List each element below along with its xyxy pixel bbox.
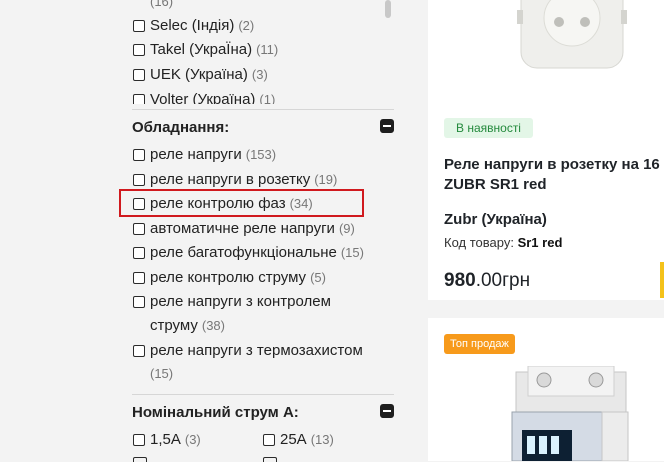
buy-button[interactable]: [660, 262, 664, 298]
filter-option-brand-takel[interactable]: Takel (УкраЇна) (11): [133, 41, 278, 58]
filter-option-current-25a[interactable]: 25А (13): [263, 431, 334, 448]
checkbox[interactable]: [133, 457, 147, 462]
option-label: реле напруги з термозахистом: [150, 342, 363, 359]
option-label: реле контролю струму: [150, 269, 307, 286]
filter-option-brand-selec[interactable]: Selec (Індія) (2): [133, 17, 254, 34]
checkbox[interactable]: [133, 222, 145, 235]
product-price: 980.00грн: [444, 270, 530, 292]
checkbox[interactable]: [133, 295, 145, 308]
filter-option-thermal-relay[interactable]: реле напруги з термозахистом: [133, 342, 363, 359]
section-divider: [132, 394, 394, 395]
checkbox[interactable]: [133, 43, 145, 56]
product-title-line[interactable]: ZUBR SR1 red: [444, 175, 660, 195]
collapse-minus-icon[interactable]: [380, 404, 394, 418]
checkbox[interactable]: [133, 271, 145, 284]
option-label: 25А: [280, 431, 307, 448]
option-label: автоматичне реле напруги: [150, 220, 335, 237]
product-title[interactable]: Реле напруги в розетку на 16 ZUBR SR1 re…: [444, 155, 660, 195]
in-stock-badge: В наявності: [444, 118, 533, 138]
checkbox[interactable]: [133, 344, 145, 357]
checkbox[interactable]: [133, 246, 145, 259]
checkbox[interactable]: [133, 148, 145, 161]
filter-option-brand-volter[interactable]: Volter (Україна) (1): [133, 91, 275, 104]
checkbox[interactable]: [263, 433, 275, 446]
option-label: 1,5А: [150, 431, 181, 448]
option-label: Selec (Індія): [150, 17, 235, 34]
option-label: UEK (Україна): [150, 66, 248, 83]
checkbox[interactable]: [263, 457, 277, 462]
current-filter-title: Номінальний струм А:: [132, 404, 299, 421]
option-count: (19): [314, 172, 338, 187]
brand-partial-count: (16): [150, 0, 174, 9]
option-count: (3): [251, 67, 268, 82]
option-label: реле багатофункціональне: [150, 244, 337, 261]
option-count: (11): [256, 42, 279, 57]
product-brand: Zubr (Україна): [444, 211, 547, 228]
option-count-line2: (15): [150, 366, 173, 381]
option-label: струму: [150, 317, 198, 334]
checkbox[interactable]: [133, 93, 145, 104]
checkbox[interactable]: [133, 68, 145, 81]
sku-value: Sr1 red: [517, 235, 563, 250]
brand-list-clip: Volter (Україна) (1): [128, 86, 384, 104]
filter-option-brand-uek[interactable]: UEK (Україна) (3): [133, 66, 268, 83]
option-label: Volter (Україна): [150, 91, 256, 104]
option-count: (153): [245, 147, 277, 162]
option-count: (2): [238, 18, 255, 33]
highlight-box: [119, 189, 364, 217]
price-rest: .00грн: [475, 270, 531, 291]
filter-option-socket-relay[interactable]: реле напруги в розетку (19): [133, 171, 337, 188]
socket-relay-image[interactable]: [517, 0, 627, 70]
option-count: (13): [310, 432, 334, 447]
top-sales-badge: Топ продаж: [444, 334, 515, 354]
equipment-filter-title: Обладнання:: [132, 119, 230, 136]
price-main: 980: [444, 270, 476, 291]
filter-option-voltage-relay[interactable]: реле напруги (153): [133, 146, 276, 163]
filter-option-multifunction-relay[interactable]: реле багатофункціональне (15): [133, 244, 364, 261]
option-label: Takel (УкраЇна): [150, 41, 253, 58]
section-divider: [132, 109, 394, 110]
product-title-line[interactable]: Реле напруги в розетку на 16: [444, 155, 660, 175]
filter-option-current-1-5a[interactable]: 1,5А (3): [133, 431, 201, 448]
option-count: (15): [340, 245, 364, 260]
product-sku: Код товару: Sr1 red: [444, 235, 562, 250]
collapse-minus-icon[interactable]: [380, 119, 394, 133]
sku-label: Код товару:: [444, 235, 514, 250]
option-count: (15): [150, 366, 174, 381]
filter-option-auto-relay[interactable]: автоматичне реле напруги (9): [133, 220, 355, 237]
option-count: (5): [310, 270, 326, 285]
checkbox[interactable]: [133, 19, 145, 32]
option-count: (9): [338, 221, 355, 236]
filter-option-current-control-relay[interactable]: реле контролю струму (5): [133, 269, 326, 286]
checkbox[interactable]: [133, 173, 145, 186]
option-label: реле напруги: [150, 146, 242, 163]
option-count: (38): [201, 318, 225, 333]
option-count: (3): [184, 432, 201, 447]
din-rail-relay-image[interactable]: [508, 366, 636, 461]
option-label: реле напруги в розетку: [150, 171, 311, 188]
option-count: (1): [259, 92, 276, 104]
option-label: реле напруги з контролем: [150, 293, 331, 310]
checkbox[interactable]: [133, 433, 145, 446]
filter-option-voltage-current-relay[interactable]: реле напруги з контролем: [133, 293, 331, 310]
option-label-line2: струму (38): [150, 317, 225, 334]
brand-list-scrollbar-thumb[interactable]: [385, 0, 391, 18]
